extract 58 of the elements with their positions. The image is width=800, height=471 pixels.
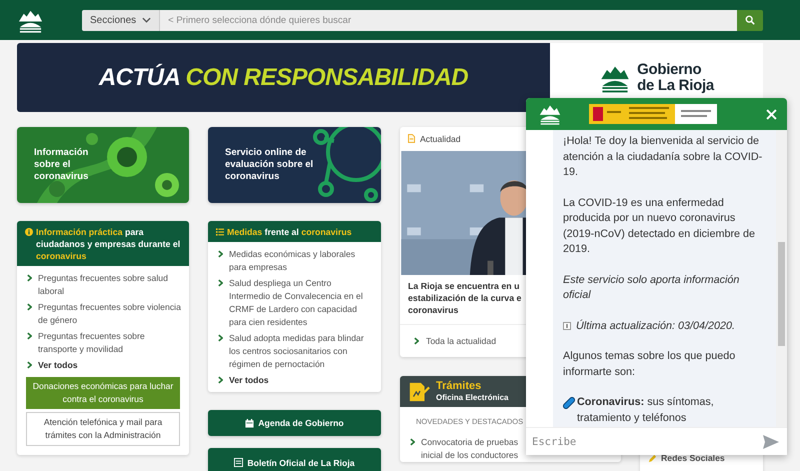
search-field[interactable]: < Primero selecciona dónde quieres buscar (160, 10, 737, 30)
section-label: Actualidad (420, 134, 461, 144)
chevron-icon (27, 303, 32, 311)
message-field[interactable]: Escribe (530, 434, 763, 448)
chevron-icon (414, 337, 419, 345)
send-button[interactable] (763, 434, 781, 450)
card-title: Trámites (436, 380, 482, 392)
agenda-button[interactable]: Agenda de Gobierno (208, 410, 381, 436)
card-title: Información práctica para ciudadanos y empresas durante el coronavirus (36, 226, 181, 262)
link[interactable]: Salud adopta medidas para blindar los centros sociosanitarios con régimen de pernoctación (229, 332, 373, 371)
caret-icon (142, 17, 152, 23)
capsule-icon (563, 397, 575, 409)
card-title: Medidas frente al coronavirus (227, 226, 352, 238)
pen-document-icon (408, 380, 430, 402)
send-icon (763, 434, 779, 448)
chevron-icon (218, 279, 223, 287)
logo-icon (538, 103, 562, 125)
chevron-icon (27, 274, 32, 282)
see-all-link[interactable]: Ver todos (229, 374, 269, 387)
close-icon (766, 108, 776, 120)
news-link[interactable]: Toda la actualidad (426, 336, 496, 346)
message-text: Última actualización: 03/04/2020. (576, 318, 736, 334)
link[interactable]: Medidas económicas y laborales para empresas (229, 248, 373, 274)
chevron-icon (27, 332, 32, 340)
chevron-icon (218, 376, 223, 384)
message-composer[interactable]: Escribe (526, 427, 787, 455)
search-icon (745, 15, 755, 25)
donation-button[interactable]: Donaciones económicas para luchar contra el coronavirus (26, 377, 180, 409)
chevron-icon (410, 438, 415, 446)
chevron-icon (218, 250, 223, 258)
bulletin-button[interactable]: Boletín Oficial de La Rioja (208, 448, 381, 471)
social-link[interactable]: Redes Sociales (661, 453, 725, 463)
document-icon (234, 458, 244, 467)
link[interactable]: Convocatoria de pruebas inicial de los conductores (421, 436, 518, 462)
see-all-link[interactable]: Ver todos (38, 359, 78, 372)
list-icon (216, 228, 224, 236)
tile-link[interactable]: Información sobre el coronavirus (17, 127, 189, 203)
message-text: Algunos temas sobre los que puedo informarte son: (563, 349, 736, 380)
contact-button[interactable]: Atención telefónica y mail para trámites con la Administración (26, 412, 180, 446)
chevron-icon (27, 361, 32, 369)
message-text: Coronavirus: sus síntomas, tratamiento y teléfonos (577, 395, 715, 426)
document-icon (408, 134, 415, 144)
link[interactable]: Preguntas frecuentes sobre violencia de género (38, 301, 181, 327)
card-subtitle: Oficina Electrónica (436, 392, 508, 402)
link[interactable]: Preguntas frecuentes sobre transporte y movilidad (38, 330, 181, 356)
message-text: La COVID-19 es una enfermedad producida por un nuevo coronavirus (2019-nCoV) detectado en diciembre de 2019. (563, 196, 756, 257)
tile-link[interactable]: Servicio online de evaluación sobre el coronavirus (208, 127, 381, 203)
sections-dropdown[interactable]: Secciones (82, 10, 160, 30)
chevron-icon (218, 334, 223, 342)
scrollbar[interactable] (776, 130, 787, 427)
message-text: Este servicio solo aporta información oficial (563, 272, 740, 303)
link[interactable]: Preguntas frecuentes sobre salud laboral (38, 272, 181, 298)
banner-slogan: ACTÚA CON RESPONSABILIDAD (98, 64, 468, 92)
link[interactable]: Salud despliega un Centro Intermedio de Convalecencia en el CRMF de Lardero con capacidad para cien residentes (229, 277, 373, 329)
info-icon (25, 228, 33, 236)
brand-name: Gobierno de La Rioja (637, 62, 714, 94)
search-button[interactable] (737, 10, 763, 30)
message-text: ¡Hola! Te doy la bienvenida al servicio de atención a la ciudadanía sobre la COVID-19. (563, 134, 764, 180)
